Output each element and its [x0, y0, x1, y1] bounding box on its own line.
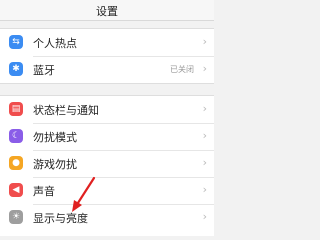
- row-bluetooth[interactable]: ✱ 蓝牙 已关闭 ›: [0, 56, 214, 83]
- row-sound-label: 声音: [33, 185, 55, 198]
- row-bluetooth-label: 蓝牙: [33, 64, 55, 77]
- row-sound[interactable]: ◀ 声音 ›: [0, 177, 214, 204]
- row-display-brightness-label: 显示与亮度: [33, 212, 88, 225]
- row-do-not-disturb-label: 勿扰模式: [33, 131, 77, 144]
- row-do-not-disturb[interactable]: ☾ 勿扰模式 ›: [0, 123, 214, 150]
- settings-header: 设置: [0, 0, 214, 21]
- display-sound-group: ▤ 状态栏与通知 › ☾ 勿扰模式 › ● 游戏勿扰 › ◀ 声音 › ☀ 显示…: [0, 95, 214, 236]
- row-game-do-not-disturb[interactable]: ● 游戏勿扰 ›: [0, 150, 214, 177]
- row-status-bar-notifications[interactable]: ▤ 状态栏与通知 ›: [0, 96, 214, 123]
- brightness-icon: ☀: [9, 210, 23, 224]
- row-hotspot-label: 个人热点: [33, 37, 77, 50]
- row-display-brightness[interactable]: ☀ 显示与亮度 ›: [0, 204, 214, 231]
- hotspot-icon: ⇆: [9, 35, 23, 49]
- chevron-right-icon: ›: [202, 210, 207, 223]
- page-title: 设置: [96, 5, 118, 18]
- speaker-icon: ◀: [9, 183, 23, 197]
- row-game-do-not-disturb-label: 游戏勿扰: [33, 158, 77, 171]
- row-hotspot[interactable]: ⇆ 个人热点 ›: [0, 29, 214, 56]
- row-status-bar-notifications-label: 状态栏与通知: [33, 104, 99, 117]
- chevron-right-icon: ›: [202, 183, 207, 196]
- bluetooth-icon: ✱: [9, 62, 23, 76]
- chevron-right-icon: ›: [202, 156, 207, 169]
- moon-icon: ☾: [9, 129, 23, 143]
- bluetooth-status: 已关闭: [170, 65, 194, 74]
- gamepad-icon: ●: [9, 156, 23, 170]
- connectivity-group: ⇆ 个人热点 › ✱ 蓝牙 已关闭 ›: [0, 28, 214, 84]
- chevron-right-icon: ›: [202, 102, 207, 115]
- notifications-icon: ▤: [9, 102, 23, 116]
- chevron-right-icon: ›: [202, 35, 207, 48]
- chevron-right-icon: ›: [202, 62, 207, 75]
- chevron-right-icon: ›: [202, 129, 207, 142]
